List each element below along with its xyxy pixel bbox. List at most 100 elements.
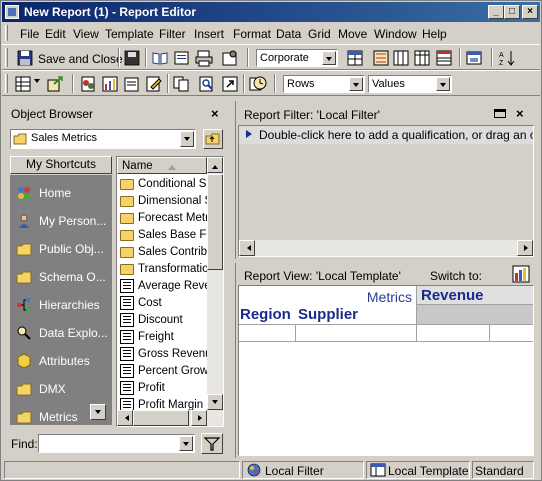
menu-filter[interactable]: Filter — [159, 27, 186, 41]
list-item[interactable]: Average Reven — [119, 278, 213, 295]
sort-icon[interactable]: A Z — [498, 49, 516, 67]
close-icon[interactable]: × — [516, 106, 524, 121]
save-icon[interactable] — [16, 49, 34, 67]
toolbar-grip[interactable] — [5, 74, 8, 93]
scroll-right-button[interactable] — [191, 410, 207, 426]
toolbar-grip[interactable] — [5, 48, 8, 67]
close-window-button[interactable]: × — [522, 5, 538, 19]
status-local-template[interactable]: Local Template — [366, 461, 470, 479]
list-item[interactable]: Transformation — [119, 261, 213, 278]
region-header[interactable]: Region — [240, 306, 291, 323]
list-item[interactable]: Freight — [119, 329, 213, 346]
object-list-vertical-scrollbar[interactable] — [207, 157, 223, 410]
grid-dropdown-arrow[interactable] — [34, 79, 40, 86]
properties-icon[interactable] — [221, 49, 239, 67]
list-item[interactable]: Cost — [119, 295, 213, 312]
scroll-right-button[interactable] — [517, 240, 533, 256]
shortcut-data-explorer[interactable]: Data Explo... — [14, 322, 112, 344]
list-item[interactable]: Discount — [119, 312, 213, 329]
filter-horizontal-scrollbar[interactable] — [239, 240, 533, 256]
shortcut-arrow-icon[interactable] — [221, 75, 239, 93]
close-icon[interactable]: × — [211, 106, 219, 121]
menu-view[interactable]: View — [73, 27, 99, 41]
supplier-header[interactable]: Supplier — [298, 306, 358, 323]
list-item[interactable]: Forecast Metric — [119, 210, 213, 227]
object-list-horizontal-scrollbar[interactable] — [117, 410, 223, 426]
menu-move[interactable]: Move — [338, 27, 367, 41]
find-filter-button[interactable] — [201, 433, 223, 454]
save-disk-icon[interactable] — [123, 49, 141, 67]
scroll-down-button[interactable] — [207, 394, 223, 410]
scroll-left-button[interactable] — [239, 240, 255, 256]
list-item[interactable]: Sales Contribut — [119, 244, 213, 261]
chevron-down-icon[interactable] — [180, 131, 194, 147]
export-icon[interactable] — [46, 75, 64, 93]
object-list[interactable]: Name Conditional Sal Dimensional Sa Foreca… — [116, 156, 224, 427]
rows-combo[interactable]: Rows — [283, 75, 365, 93]
list-item[interactable]: Profit — [119, 380, 213, 397]
chart-icon[interactable] — [101, 75, 119, 93]
list-item[interactable]: Conditional Sal — [119, 176, 213, 193]
shortcut-public-objects[interactable]: Public Obj... — [14, 238, 112, 260]
report-objects-icon[interactable] — [123, 75, 141, 93]
up-folder-button[interactable] — [203, 129, 223, 149]
chevron-down-icon[interactable] — [436, 77, 450, 91]
shortcut-hierarchies[interactable]: Hierarchies — [14, 294, 112, 316]
report-grid[interactable]: Metrics Region Supplier Revenue — [238, 285, 534, 456]
find-icon[interactable] — [198, 75, 216, 93]
chevron-down-icon[interactable] — [322, 51, 336, 65]
grid-format-icon[interactable] — [346, 49, 364, 67]
shortcut-home[interactable]: Home — [14, 182, 112, 204]
outline-icon[interactable] — [392, 49, 410, 67]
grid-icon[interactable] — [14, 75, 32, 93]
menubar-grip[interactable] — [5, 25, 8, 41]
values-combo[interactable]: Values — [368, 75, 452, 93]
app-icon[interactable] — [5, 5, 19, 19]
banding-icon[interactable] — [435, 49, 453, 67]
list-item[interactable]: Dimensional Sa — [119, 193, 213, 210]
my-shortcuts-header[interactable]: My Shortcuts — [10, 156, 112, 174]
window-icon[interactable] — [494, 109, 506, 118]
menu-template[interactable]: Template — [105, 27, 154, 41]
menu-window[interactable]: Window — [374, 27, 417, 41]
revenue-header[interactable]: Revenue — [421, 287, 484, 304]
minimize-button[interactable]: _ — [488, 5, 504, 19]
table-view-icon[interactable] — [413, 49, 431, 67]
switch-view-icon[interactable] — [512, 265, 530, 283]
schedule-clock-icon[interactable] — [249, 75, 267, 93]
menu-data[interactable]: Data — [276, 27, 301, 41]
find-input[interactable] — [38, 434, 195, 453]
shortcuts-scroll-down-button[interactable] — [90, 404, 106, 420]
list-item[interactable]: Gross Revenue — [119, 346, 213, 363]
data-row[interactable] — [239, 324, 533, 342]
browse-icon[interactable] — [173, 49, 191, 67]
shortcut-dmx[interactable]: DMX — [14, 378, 112, 400]
menu-grid[interactable]: Grid — [308, 27, 331, 41]
copy-icon[interactable] — [172, 75, 190, 93]
menu-edit[interactable]: Edit — [45, 27, 66, 41]
maximize-button[interactable]: □ — [504, 5, 520, 19]
chevron-down-icon[interactable] — [179, 436, 193, 451]
style-combo[interactable]: Corporate — [256, 49, 338, 67]
status-local-filter[interactable]: Local Filter — [242, 461, 364, 479]
folder-combo[interactable]: Sales Metrics — [10, 129, 196, 149]
filter-hint-row[interactable]: Double-click here to add a qualification… — [239, 126, 533, 144]
edit-object-icon[interactable] — [145, 75, 163, 93]
name-column-header[interactable]: Name — [117, 157, 207, 174]
save-and-close-button[interactable]: Save and Close — [38, 52, 123, 66]
list-item[interactable]: Sales Base For — [119, 227, 213, 244]
menu-help[interactable]: Help — [422, 27, 447, 41]
scroll-left-button[interactable] — [117, 410, 133, 426]
print-icon[interactable] — [195, 49, 213, 67]
menu-format[interactable]: Format — [233, 27, 271, 41]
chevron-down-icon[interactable] — [349, 77, 363, 91]
menu-insert[interactable]: Insert — [194, 27, 224, 41]
graph-view-icon[interactable] — [465, 49, 483, 67]
metrics-header[interactable]: Metrics — [367, 289, 412, 305]
filter-area[interactable]: Double-click here to add a qualification… — [238, 125, 534, 257]
revenue-header-cell[interactable]: Revenue — [417, 286, 533, 305]
pivot-icon[interactable] — [372, 49, 390, 67]
menu-file[interactable]: File — [20, 27, 39, 41]
data-explorer-icon[interactable] — [79, 75, 97, 93]
title-bar[interactable]: New Report (1) - Report Editor _ □ × — [2, 2, 540, 22]
